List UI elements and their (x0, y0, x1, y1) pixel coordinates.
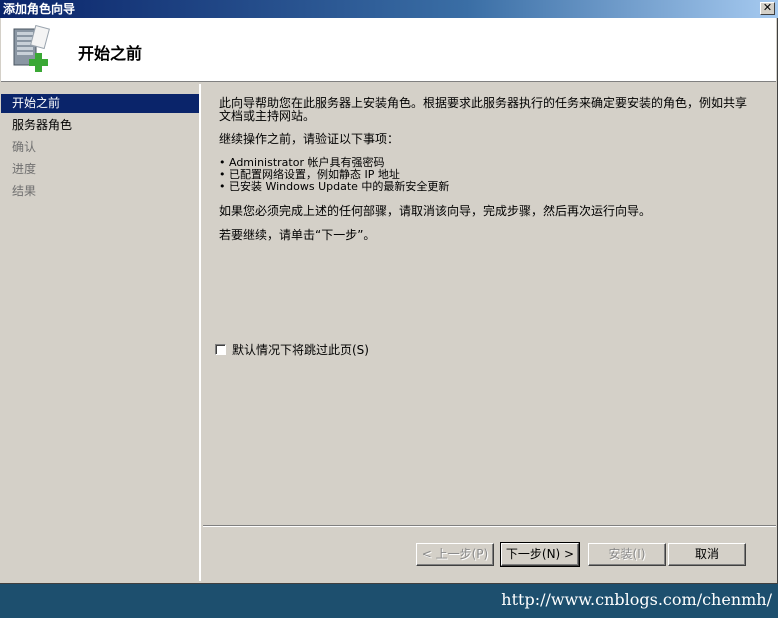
step-confirmation: 确认 (12, 140, 37, 154)
step-progress: 进度 (12, 162, 37, 176)
before-text: 继续操作之前，请验证以下事项： (219, 132, 400, 146)
wizard-header: 开始之前 (1, 18, 776, 82)
wizard-content: 此向导帮助您在此服务器上安装角色。根据要求此服务器执行的任务来确定要安装的角色，… (203, 84, 776, 524)
title-bar[interactable]: 添加角色向导 ✕ (0, 0, 778, 18)
cancel-button[interactable]: 取消 (668, 543, 746, 566)
server-add-icon (13, 25, 50, 72)
watermark-url: http://www.cnblogs.com/chenmh/ (501, 590, 772, 609)
close-button[interactable]: ✕ (760, 2, 775, 15)
wizard-steps-sidebar: 开始之前 服务器角色 确认 进度 结果 (1, 84, 201, 581)
page-title: 开始之前 (78, 44, 143, 63)
wizard-window: 添加角色向导 ✕ 开始之前 开始之前 服务器角色 确认 进度 结果 此向导帮助您… (0, 0, 778, 584)
footer-divider (203, 525, 776, 527)
skip-page-label[interactable]: 默认情况下将跳过此页(S) (232, 341, 369, 358)
step-results: 结果 (12, 184, 37, 198)
window-title: 添加角色向导 (3, 2, 76, 16)
continue-hint: 若要继续，请单击“下一步”。 (219, 228, 376, 242)
step-server-roles[interactable]: 服务器角色 (1, 115, 199, 137)
install-button[interactable]: 安装(I) (588, 543, 666, 566)
next-button[interactable]: 下一步(N) > (500, 542, 580, 567)
checklist-item: • 已安装 Windows Update 中的最新安全更新 (219, 180, 450, 193)
intro-line-2: 文档或主持网站。 (219, 109, 316, 123)
skip-page-checkbox[interactable] (215, 344, 226, 355)
step-before-you-begin[interactable]: 开始之前 (1, 94, 199, 113)
close-icon: ✕ (762, 1, 773, 14)
back-button[interactable]: < 上一步(P) (416, 543, 494, 566)
instructions-text: 如果您必须完成上述的任何部骤，请取消该向导，完成步骤，然后再次运行向导。 (219, 204, 652, 218)
checklist: • Administrator 帐户具有强密码 • 已配置网络设置，例如静态 I… (219, 157, 449, 193)
skip-page-option[interactable]: 默认情况下将跳过此页(S) (215, 341, 369, 358)
intro-text: 此向导帮助您在此服务器上安装角色。根据要求此服务器执行的任务来确定要安装的角色，… (219, 97, 764, 123)
